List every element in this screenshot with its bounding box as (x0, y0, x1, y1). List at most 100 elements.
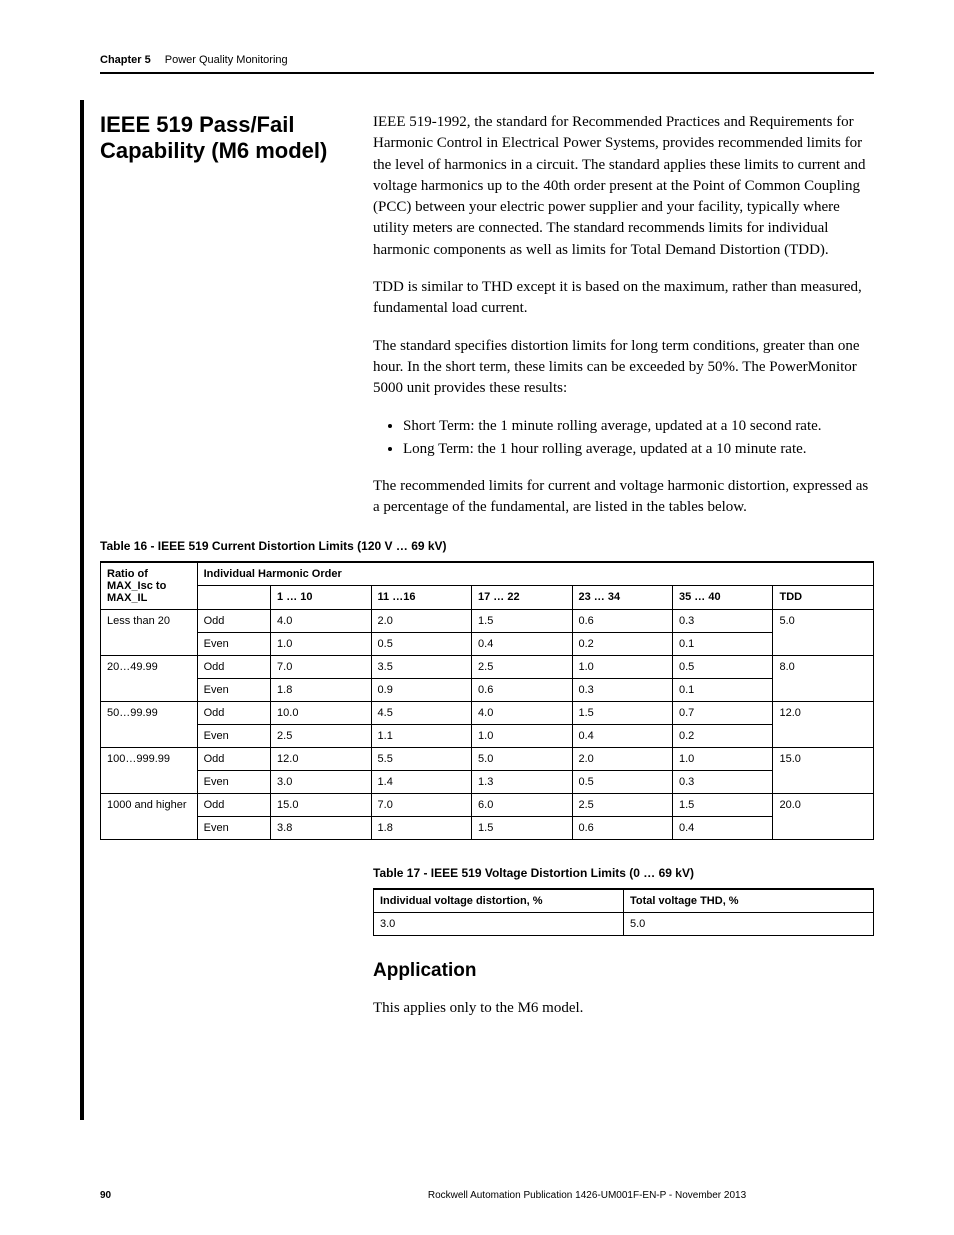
bullet-list: Short Term: the 1 minute rolling average… (403, 416, 874, 461)
td: 2.5 (572, 793, 672, 816)
paragraph: IEEE 519-1992, the standard for Recommen… (373, 112, 874, 261)
td: 5.5 (371, 747, 471, 770)
td: 7.0 (371, 793, 471, 816)
td: 0.1 (672, 678, 772, 701)
td-tdd: 5.0 (773, 609, 874, 655)
td: 0.6 (572, 816, 672, 839)
th: 17 … 22 (472, 586, 572, 610)
td: 1.0 (572, 655, 672, 678)
table17-caption: Table 17 - IEEE 519 Voltage Distortion L… (373, 866, 874, 880)
section-title: IEEE 519 Pass/Fail Capability (M6 model) (100, 112, 345, 164)
page-number: 90 (100, 1190, 300, 1201)
td: 1.8 (371, 816, 471, 839)
paragraph: The recommended limits for current and v… (373, 476, 874, 519)
td: 4.0 (271, 609, 371, 632)
section-header-row: IEEE 519 Pass/Fail Capability (M6 model)… (100, 112, 874, 535)
application-heading: Application (373, 960, 874, 982)
th: Total voltage THD, % (624, 889, 874, 913)
chapter-label: Chapter 5 (100, 54, 151, 66)
td: 0.3 (572, 678, 672, 701)
intro-column: IEEE 519-1992, the standard for Recommen… (373, 112, 874, 535)
chapter-title: Power Quality Monitoring (165, 54, 288, 66)
td: 1.5 (472, 609, 572, 632)
td: 1.0 (672, 747, 772, 770)
th: 23 … 34 (572, 586, 672, 610)
td: Odd (197, 747, 270, 770)
td: 2.0 (572, 747, 672, 770)
td: 0.4 (672, 816, 772, 839)
td: 0.5 (371, 632, 471, 655)
paragraph: TDD is similar to THD except it is based… (373, 277, 874, 320)
td: 15.0 (271, 793, 371, 816)
td: 1.1 (371, 724, 471, 747)
td: 0.2 (672, 724, 772, 747)
td: 0.3 (672, 770, 772, 793)
td: 0.1 (672, 632, 772, 655)
td: 1.4 (371, 770, 471, 793)
td-ratio: 1000 and higher (101, 793, 198, 839)
running-header: Chapter 5 Power Quality Monitoring (100, 54, 874, 74)
td-tdd: 8.0 (773, 655, 874, 701)
td: 0.5 (572, 770, 672, 793)
th-order: Individual Harmonic Order (197, 562, 873, 586)
td-ratio: 100…999.99 (101, 747, 198, 793)
th-blank (197, 586, 270, 610)
td: 6.0 (472, 793, 572, 816)
td: 3.0 (271, 770, 371, 793)
td: 7.0 (271, 655, 371, 678)
td: 0.9 (371, 678, 471, 701)
td: Odd (197, 793, 270, 816)
th: 11 …16 (371, 586, 471, 610)
th-ratio: Ratio of MAX_Isc to MAX_IL (101, 562, 198, 610)
th: TDD (773, 586, 874, 610)
td: 1.5 (672, 793, 772, 816)
publication-line: Rockwell Automation Publication 1426-UM0… (300, 1190, 874, 1201)
th: Individual voltage distortion, % (374, 889, 624, 913)
td: 0.5 (672, 655, 772, 678)
td: Odd (197, 701, 270, 724)
left-margin-rule (80, 100, 84, 1120)
td: Even (197, 678, 270, 701)
td: 10.0 (271, 701, 371, 724)
td: 0.4 (472, 632, 572, 655)
td-tdd: 20.0 (773, 793, 874, 839)
td: 5.0 (624, 912, 874, 935)
list-item: Long Term: the 1 hour rolling average, u… (403, 439, 874, 460)
page-footer: 90 Rockwell Automation Publication 1426-… (100, 1190, 874, 1201)
td: 0.6 (572, 609, 672, 632)
td: Even (197, 632, 270, 655)
td: 2.0 (371, 609, 471, 632)
td: 1.8 (271, 678, 371, 701)
indented-block: Table 17 - IEEE 519 Voltage Distortion L… (373, 866, 874, 1019)
td: 1.5 (572, 701, 672, 724)
td: Even (197, 816, 270, 839)
td-ratio: Less than 20 (101, 609, 198, 655)
td: Even (197, 724, 270, 747)
table16: Ratio of MAX_Isc to MAX_IL Individual Ha… (100, 561, 874, 840)
td: 3.0 (374, 912, 624, 935)
td-ratio: 20…49.99 (101, 655, 198, 701)
td: 3.8 (271, 816, 371, 839)
td: 0.6 (472, 678, 572, 701)
td: 0.2 (572, 632, 672, 655)
paragraph: This applies only to the M6 model. (373, 998, 874, 1019)
th: 35 … 40 (672, 586, 772, 610)
td: 2.5 (271, 724, 371, 747)
td-tdd: 12.0 (773, 701, 874, 747)
td: 1.0 (472, 724, 572, 747)
page-content: IEEE 519 Pass/Fail Capability (M6 model)… (100, 74, 874, 1019)
td: 1.5 (472, 816, 572, 839)
table16-caption: Table 16 - IEEE 519 Current Distortion L… (100, 539, 874, 553)
td: Even (197, 770, 270, 793)
td: Odd (197, 655, 270, 678)
th: 1 … 10 (271, 586, 371, 610)
td: 5.0 (472, 747, 572, 770)
td: 0.7 (672, 701, 772, 724)
td: 12.0 (271, 747, 371, 770)
td: 2.5 (472, 655, 572, 678)
td-ratio: 50…99.99 (101, 701, 198, 747)
td: 1.0 (271, 632, 371, 655)
td: 0.3 (672, 609, 772, 632)
td: 0.4 (572, 724, 672, 747)
td: 3.5 (371, 655, 471, 678)
